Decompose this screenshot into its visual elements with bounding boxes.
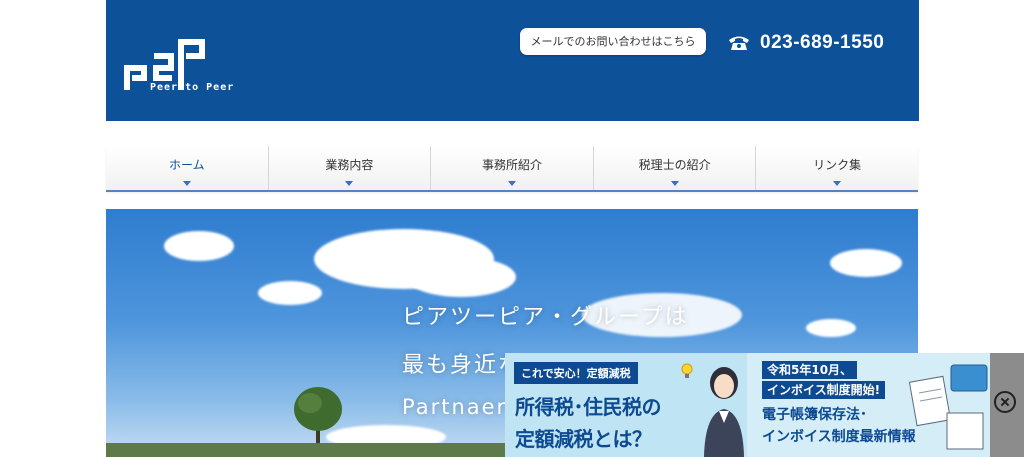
ad-banner[interactable]: これで安心！定額減税 所得税･住民税の 定額減税とは？ 令和5年10月、 インボ… [505, 353, 1024, 457]
ad-tag: 令和5年10月、 [762, 361, 858, 379]
ad-headline: 定額減税とは？ [515, 427, 652, 451]
phone-number: 023-689-1550 [760, 32, 885, 53]
cloud [830, 249, 902, 277]
close-icon[interactable] [994, 391, 1016, 413]
hero-headline-2: 最も身近な [402, 353, 523, 378]
hero-headline-3: Partnaer [402, 395, 508, 419]
businesswoman-illustration [704, 367, 744, 457]
phone-contact[interactable]: 023-689-1550 [728, 30, 884, 56]
ad-headline: 電子帳簿保存法･ [762, 407, 867, 423]
chevron-down-icon [507, 181, 516, 186]
main-nav: ホーム 業務内容 事務所紹介 税理士の紹介 リンク集 [106, 146, 918, 192]
chevron-down-icon [345, 181, 354, 186]
tree [294, 387, 342, 447]
nav-label: 事務所紹介 [481, 158, 542, 172]
ad-tag: インボイス制度開始! [762, 381, 886, 399]
chevron-down-icon [182, 181, 191, 186]
nav-item-services[interactable]: 業務内容 [269, 146, 432, 190]
nav-item-tax-accountants[interactable]: 税理士の紹介 [594, 146, 757, 190]
logo-subtitle: Peer to Peer [150, 82, 235, 93]
ad-headline: 所得税･住民税の [515, 395, 662, 419]
cloud [258, 281, 322, 305]
telephone-icon [729, 36, 749, 50]
ad-close-area [990, 353, 1024, 457]
cloud [806, 319, 856, 337]
cloud [406, 257, 516, 297]
nav-label: 業務内容 [325, 158, 374, 172]
cloud [164, 231, 234, 261]
ad-tag: これで安心！定額減税 [514, 362, 638, 384]
hero-headline-1: ピアツーピア・グループは [402, 305, 689, 330]
chevron-down-icon [670, 181, 679, 186]
nav-label: ホーム [168, 158, 205, 172]
nav-item-links[interactable]: リンク集 [756, 146, 918, 190]
lightbulb-icon [681, 363, 693, 378]
nav-label: 税理士の紹介 [638, 158, 711, 172]
nav-item-home[interactable]: ホーム [106, 146, 269, 190]
ad-invoice-headline[interactable]: 電子帳簿保存法･ インボイス制度最新情報 [762, 404, 916, 448]
nav-item-office[interactable]: 事務所紹介 [431, 146, 594, 190]
ad-tax-reduction[interactable]: これで安心！定額減税 所得税･住民税の 定額減税とは？ [505, 353, 747, 457]
mail-contact-button[interactable]: メールでのお問い合わせはこちら [520, 28, 706, 55]
documents-illustration [908, 364, 988, 450]
site-header: Peer to Peer メールでのお問い合わせはこちら 023-689-155… [106, 0, 919, 121]
ad-invoice-tag: 令和5年10月、 インボイス制度開始! [762, 361, 886, 401]
chevron-down-icon [833, 181, 842, 186]
nav-label: リンク集 [813, 158, 862, 172]
ad-headline: インボイス制度最新情報 [762, 429, 916, 445]
